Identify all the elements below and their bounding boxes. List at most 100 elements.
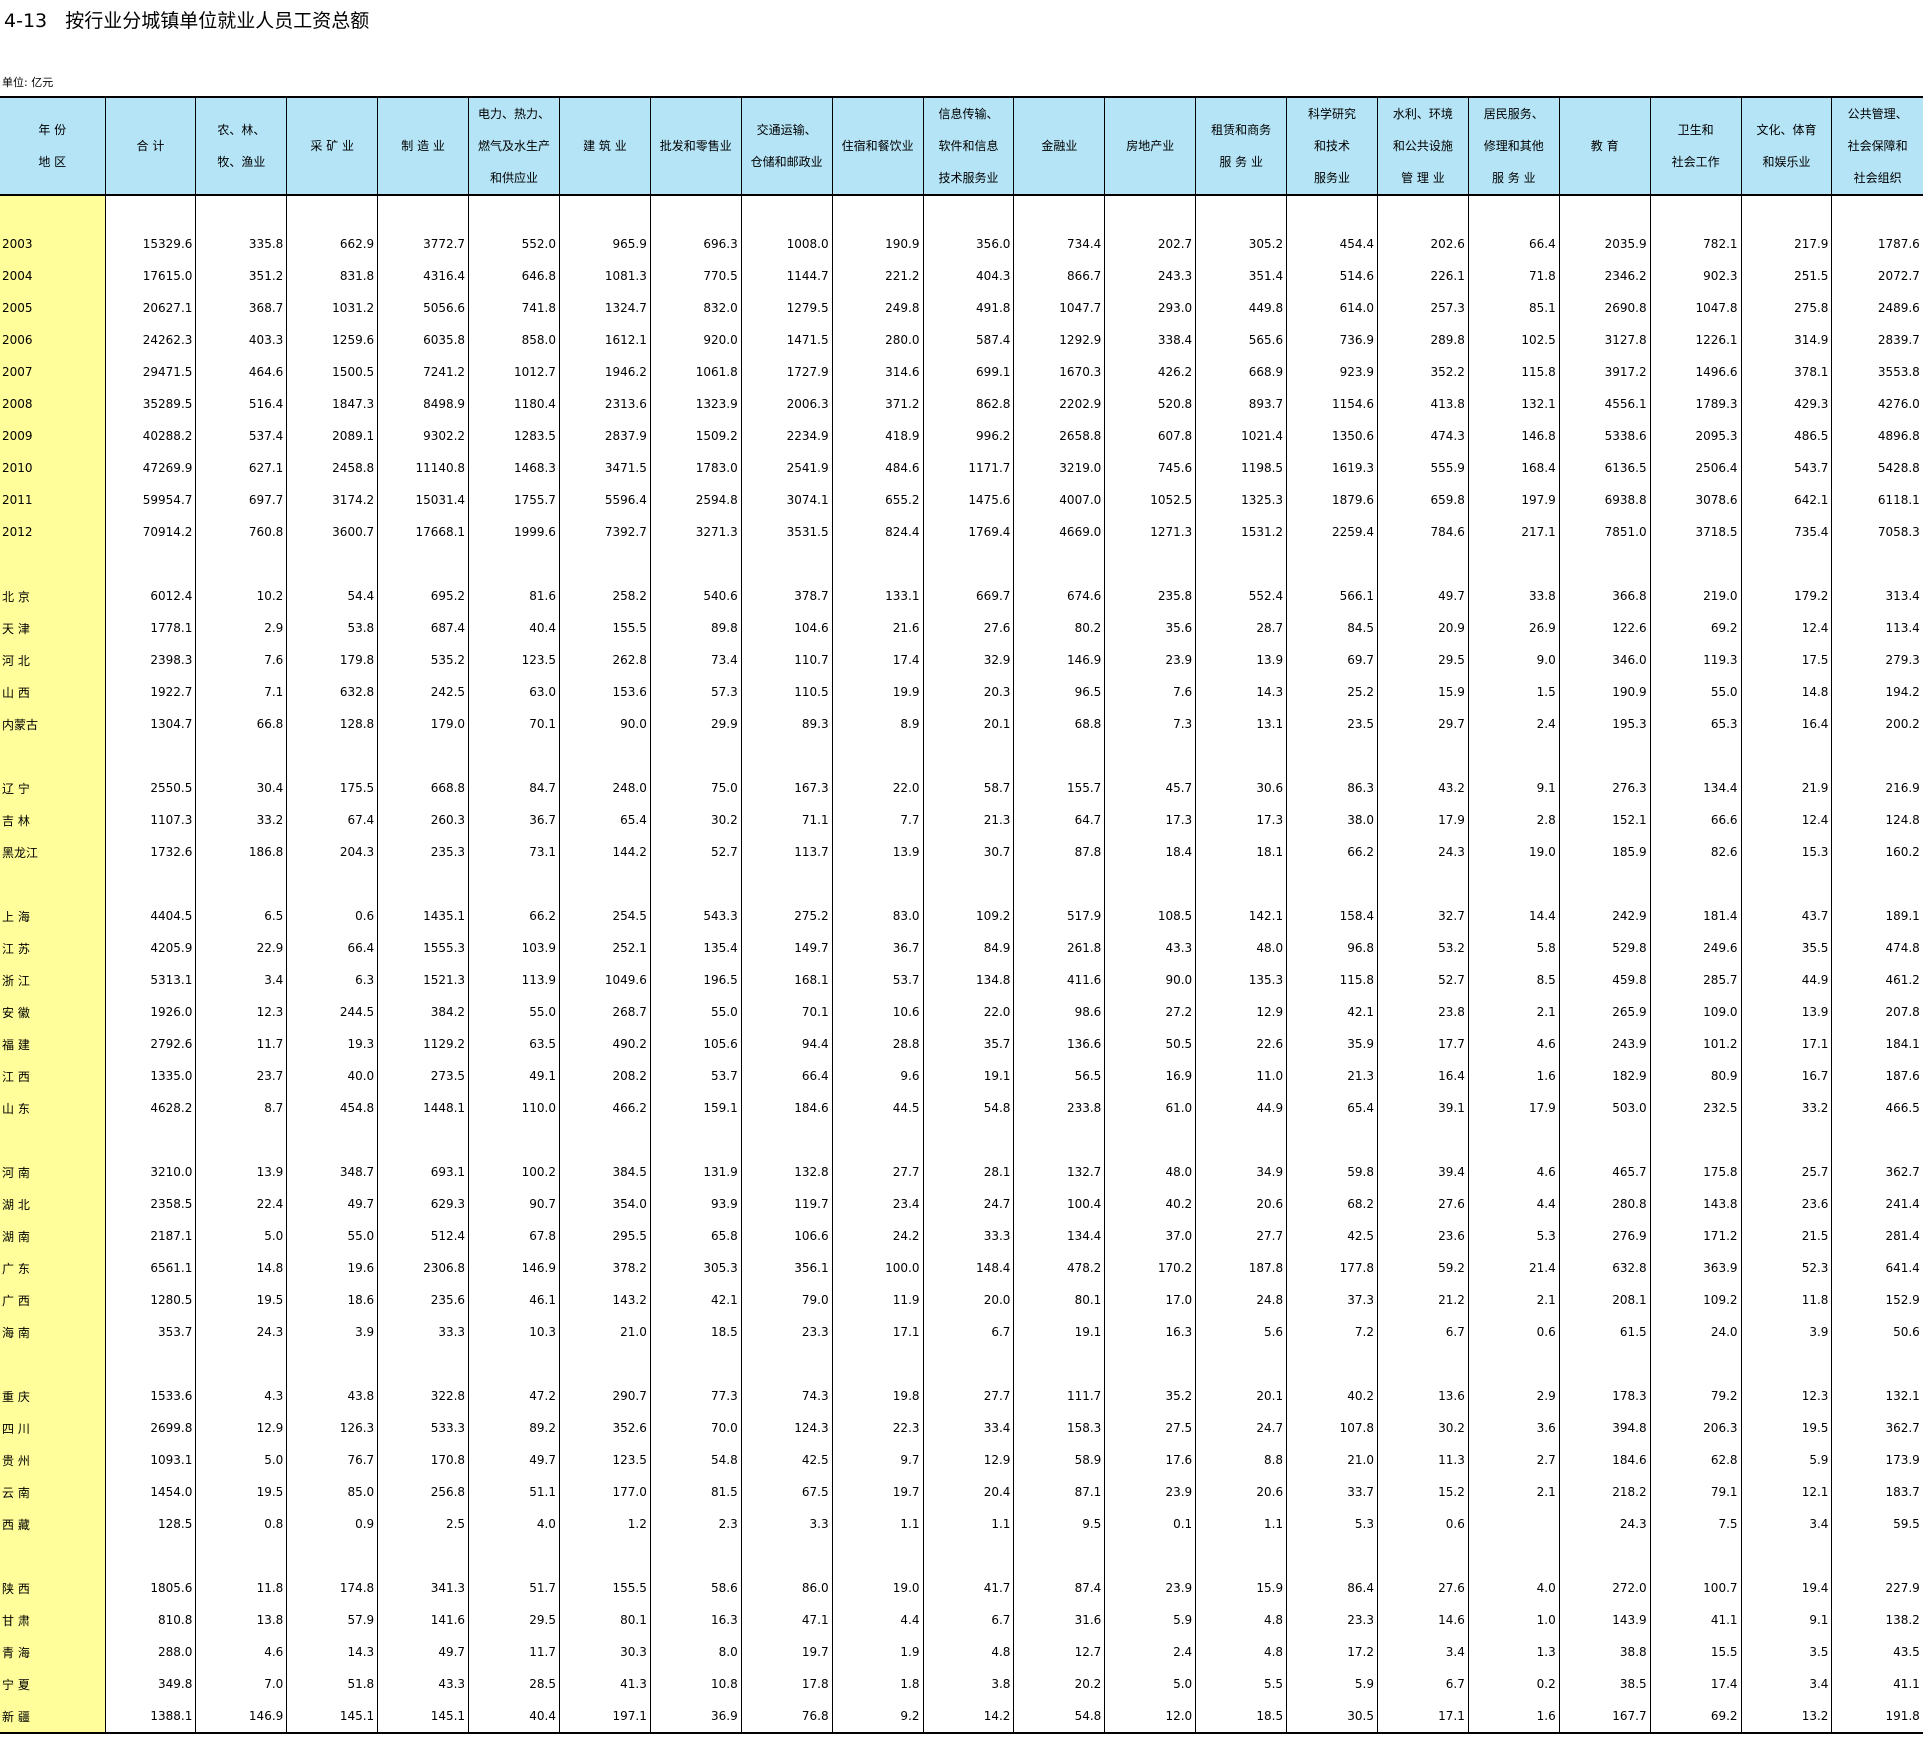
table-cell: 146.9 — [1013, 644, 1105, 676]
spacer-cell — [558, 195, 651, 228]
table-cell: 1323.9 — [649, 388, 742, 420]
table-cell: 1.0 — [1467, 1604, 1560, 1636]
table-cell: 1061.8 — [649, 356, 742, 388]
table-cell: 607.8 — [1104, 420, 1196, 452]
spacer-cell — [1649, 548, 1742, 580]
table-cell: 40.2 — [1104, 1188, 1196, 1220]
table-cell: 268.7 — [558, 996, 651, 1028]
table-cell: 1144.7 — [740, 260, 833, 292]
table-cell: 9.7 — [831, 1444, 924, 1476]
table-cell: 181.4 — [1649, 900, 1742, 932]
column-header: 批发和零售业 — [649, 96, 742, 196]
table-cell: 3219.0 — [1013, 452, 1105, 484]
table-cell: 15.9 — [1376, 676, 1469, 708]
table-cell: 466.2 — [558, 1092, 651, 1124]
table-cell: 43.5 — [1831, 1636, 1923, 1668]
table-row: 2004 17615.0 351.2 831.8 4316.4 646.8 1081.3 77… — [0, 260, 1923, 292]
table-cell: 152.1 — [1558, 804, 1651, 836]
table-cell: 1612.1 — [558, 324, 651, 356]
table-cell: 893.7 — [1195, 388, 1287, 420]
table-cell: 66.4 — [740, 1060, 833, 1092]
table-cell: 226.1 — [1376, 260, 1469, 292]
row-label: 广 东 — [0, 1252, 105, 1284]
table-cell: 100.7 — [1649, 1572, 1742, 1604]
table-cell: 20.1 — [1195, 1380, 1287, 1412]
table-cell: 190.9 — [1558, 676, 1651, 708]
table-cell: 4276.0 — [1831, 388, 1923, 420]
table-cell: 100.4 — [1013, 1188, 1105, 1220]
table-cell: 30.2 — [649, 804, 742, 836]
table-cell: 695.2 — [377, 580, 469, 612]
table-cell: 249.6 — [1649, 932, 1742, 964]
table-cell: 49.7 — [1376, 580, 1469, 612]
table-cell: 76.8 — [740, 1700, 833, 1734]
table-cell: 1259.6 — [286, 324, 378, 356]
table-cell: 5.8 — [1467, 932, 1560, 964]
spacer-cell — [286, 868, 378, 900]
table-cell: 13.9 — [831, 836, 924, 868]
table-cell: 87.1 — [1013, 1476, 1105, 1508]
table-row: 新 疆 1388.1 146.9 145.1 145.1 40.4 197.1 36.9 76.… — [0, 1700, 1923, 1734]
table-cell: 66.4 — [1467, 228, 1560, 260]
table-cell: 50.5 — [1104, 1028, 1196, 1060]
table-cell: 5596.4 — [558, 484, 651, 516]
table-cell: 43.8 — [286, 1380, 378, 1412]
table-cell: 3718.5 — [1649, 516, 1742, 548]
table-cell: 131.9 — [649, 1156, 742, 1188]
table-cell: 132.1 — [1831, 1380, 1923, 1412]
spacer-cell — [1740, 1124, 1832, 1156]
table-cell: 23.3 — [1286, 1604, 1378, 1636]
row-label: 西 藏 — [0, 1508, 105, 1540]
table-cell: 341.3 — [377, 1572, 469, 1604]
table-cell: 19.7 — [831, 1476, 924, 1508]
table-cell: 252.1 — [558, 932, 651, 964]
table-cell: 1154.6 — [1286, 388, 1378, 420]
table-cell: 3174.2 — [286, 484, 378, 516]
table-cell: 6118.1 — [1831, 484, 1923, 516]
table-cell: 5.9 — [1104, 1604, 1196, 1636]
row-label: 新 疆 — [0, 1700, 105, 1734]
table-cell: 5.3 — [1286, 1508, 1378, 1540]
spacer-cell — [1649, 1124, 1742, 1156]
table-cell: 2306.8 — [377, 1252, 469, 1284]
table-cell: 24.3 — [1376, 836, 1469, 868]
row-label: 青 海 — [0, 1636, 105, 1668]
table-cell: 19.7 — [740, 1636, 833, 1668]
spacer-cell — [1376, 1124, 1469, 1156]
spacer-cell — [1376, 1348, 1469, 1380]
spacer-cell — [468, 548, 560, 580]
table-cell: 30.3 — [558, 1636, 651, 1668]
table-cell: 17.0 — [1104, 1284, 1196, 1316]
table-cell: 454.8 — [286, 1092, 378, 1124]
header-year-region: 年 份 地 区 — [0, 96, 105, 196]
header-row: 年 份 地 区合 计农、林、 牧、渔业采 矿 业制 造 业电力、热力、 燃气及水… — [0, 96, 1923, 196]
table-cell: 242.9 — [1558, 900, 1651, 932]
table-cell: 10.6 — [831, 996, 924, 1028]
table-cell: 13.8 — [195, 1604, 287, 1636]
table-cell: 43.3 — [1104, 932, 1196, 964]
table-cell: 184.6 — [1558, 1444, 1651, 1476]
row-label: 吉 林 — [0, 804, 105, 836]
spacer-cell — [1740, 548, 1832, 580]
table-cell: 5.0 — [195, 1444, 287, 1476]
row-label: 2006 — [0, 324, 105, 356]
table-cell: 68.2 — [1286, 1188, 1378, 1220]
table-cell: 1.6 — [1467, 1060, 1560, 1092]
table-row: 河 南 3210.0 13.9 348.7 693.1 100.2 384.5 131.9 13… — [0, 1156, 1923, 1188]
spacer-cell — [558, 1540, 651, 1572]
table-cell: 832.0 — [649, 292, 742, 324]
table-cell: 9.0 — [1467, 644, 1560, 676]
table-cell: 71.8 — [1467, 260, 1560, 292]
table-cell: 59.5 — [1831, 1508, 1923, 1540]
table-cell: 17.2 — [1286, 1636, 1378, 1668]
table-cell: 70.1 — [468, 708, 560, 740]
table-cell: 15.5 — [1649, 1636, 1742, 1668]
table-cell: 27.6 — [922, 612, 1014, 644]
table-cell: 171.2 — [1649, 1220, 1742, 1252]
table-cell: 810.8 — [104, 1604, 196, 1636]
table-cell: 113.7 — [740, 836, 833, 868]
table-cell: 79.0 — [740, 1284, 833, 1316]
table-cell: 66.4 — [286, 932, 378, 964]
table-cell: 241.4 — [1831, 1188, 1923, 1220]
table-cell: 27.7 — [831, 1156, 924, 1188]
